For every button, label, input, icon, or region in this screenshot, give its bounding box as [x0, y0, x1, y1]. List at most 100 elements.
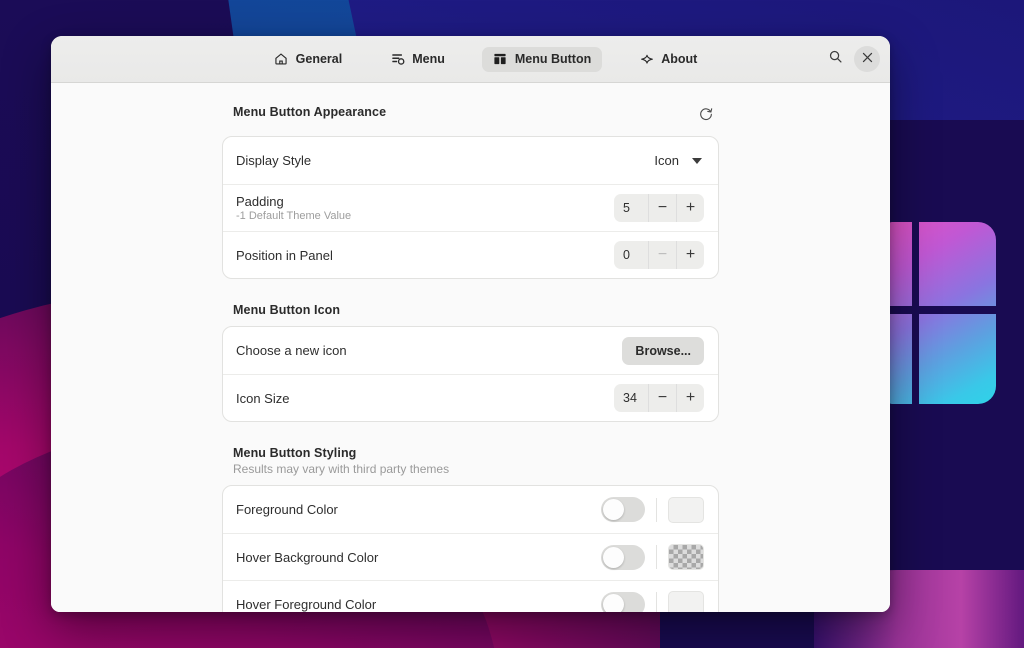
row-control: 34 − +: [614, 384, 704, 412]
row-labels: Hover Foreground Color: [236, 597, 376, 612]
search-button[interactable]: [822, 46, 848, 72]
control-separator: [656, 545, 657, 569]
row-foreground-color: Foreground Color: [223, 486, 718, 533]
row-subtitle: -1 Default Theme Value: [236, 210, 352, 222]
foreground-color-toggle[interactable]: [601, 497, 645, 522]
row-control: Browse...: [622, 336, 704, 365]
appearance-card: Display Style Icon Padding -1 Default Th…: [222, 136, 719, 279]
section-header: Menu Button Styling Results may vary wit…: [222, 446, 719, 485]
row-labels: Position in Panel: [236, 248, 333, 263]
reset-appearance-button[interactable]: [695, 105, 717, 127]
hover-background-color-swatch[interactable]: [668, 544, 704, 570]
row-icon-size: Icon Size 34 − +: [223, 374, 718, 421]
padding-increment-button[interactable]: +: [676, 194, 704, 222]
close-button[interactable]: [854, 46, 880, 72]
row-control: [601, 544, 704, 570]
foreground-color-swatch[interactable]: [668, 496, 704, 523]
tab-bar: General Menu Menu Button About: [233, 46, 709, 72]
toggle-knob: [603, 499, 624, 520]
section-title: Menu Button Styling: [233, 446, 357, 460]
tab-menu-label: Menu: [412, 52, 445, 66]
section-menu-button-icon: Menu Button Icon Choose a new icon Brows…: [222, 303, 719, 422]
row-control: [601, 591, 704, 612]
styling-card: Foreground Color Hover Background Color …: [222, 485, 719, 612]
tab-menu[interactable]: Menu: [379, 47, 456, 72]
row-position-in-panel: Position in Panel 0 − +: [223, 231, 718, 278]
search-icon: [828, 49, 843, 69]
browse-button[interactable]: Browse...: [622, 336, 704, 365]
tab-general-label: General: [295, 52, 343, 66]
control-separator: [656, 592, 657, 612]
section-subtitle: Results may vary with third party themes: [233, 462, 450, 476]
row-title: Icon Size: [236, 390, 290, 406]
row-labels: Padding -1 Default Theme Value: [236, 194, 351, 222]
row-choose-new-icon: Choose a new icon Browse...: [223, 327, 718, 374]
menu-list-icon: [390, 52, 405, 67]
section-titles: Menu Button Styling Results may vary wit…: [233, 446, 449, 476]
display-style-value: Icon: [654, 153, 679, 168]
control-separator: [656, 497, 657, 522]
tab-general[interactable]: General: [263, 47, 354, 72]
row-labels: Choose a new icon: [236, 343, 347, 358]
position-in-panel-decrement-button: −: [648, 241, 676, 269]
preferences-content[interactable]: Menu Button Appearance Display Style Ico…: [51, 83, 890, 612]
section-menu-button-appearance: Menu Button Appearance Display Style Ico…: [222, 105, 719, 279]
row-hover-background-color: Hover Background Color: [223, 533, 718, 580]
position-in-panel-value[interactable]: 0: [614, 241, 648, 269]
row-control: 5 − +: [614, 194, 704, 222]
icon-size-value[interactable]: 34: [614, 384, 648, 412]
icon-size-decrement-button[interactable]: −: [648, 384, 676, 412]
pane-divider-horizontal: [888, 306, 996, 314]
row-title: Position in Panel: [236, 247, 333, 263]
position-in-panel-spinner[interactable]: 0 − +: [614, 241, 704, 269]
toggle-knob: [603, 593, 624, 612]
section-titles: Menu Button Icon: [233, 303, 340, 317]
icon-card: Choose a new icon Browse... Icon Size 34: [222, 326, 719, 422]
section-header: Menu Button Appearance: [222, 105, 719, 136]
row-control: Icon: [654, 153, 704, 168]
row-title: Padding: [236, 194, 284, 209]
row-title: Hover Foreground Color: [236, 596, 377, 612]
section-titles: Menu Button Appearance: [233, 105, 386, 119]
section-title: Menu Button Icon: [233, 303, 341, 317]
reset-icon: [698, 106, 714, 127]
row-labels: Hover Background Color: [236, 550, 378, 565]
row-title: Choose a new icon: [236, 343, 347, 358]
preferences-window: General Menu Menu Button About Menu Butt…: [51, 36, 890, 612]
tab-menu-button-label: Menu Button: [514, 52, 592, 66]
padding-decrement-button[interactable]: −: [648, 194, 676, 222]
section-header: Menu Button Icon: [222, 303, 719, 326]
icon-size-increment-button[interactable]: +: [676, 384, 704, 412]
display-style-dropdown[interactable]: Icon: [654, 153, 704, 168]
tab-about-label: About: [661, 52, 698, 66]
padding-value[interactable]: 5: [614, 194, 648, 222]
row-padding: Padding -1 Default Theme Value 5 − +: [223, 184, 718, 231]
row-title: Display Style: [236, 153, 312, 168]
section-menu-button-styling: Menu Button Styling Results may vary wit…: [222, 446, 719, 612]
tab-about[interactable]: About: [628, 47, 708, 72]
scroll-area: Menu Button Appearance Display Style Ico…: [51, 105, 890, 612]
diamond-icon: [639, 52, 654, 67]
menu-button-icon: [493, 52, 508, 67]
position-in-panel-increment-button[interactable]: +: [676, 241, 704, 269]
hover-foreground-color-toggle[interactable]: [601, 591, 645, 612]
chevron-down-icon: [692, 157, 702, 164]
wallpaper-window-pane-graphic: [888, 222, 996, 404]
row-control: 0 − +: [614, 241, 704, 269]
row-display-style[interactable]: Display Style Icon: [223, 137, 718, 184]
row-control: [601, 496, 704, 523]
row-labels: Foreground Color: [236, 502, 338, 517]
toggle-knob: [603, 546, 624, 568]
headerbar-actions: [822, 36, 880, 82]
row-title: Hover Background Color: [236, 549, 379, 565]
close-icon: [862, 50, 873, 68]
hover-foreground-color-swatch[interactable]: [668, 591, 704, 612]
home-icon: [274, 52, 289, 67]
tab-menu-button[interactable]: Menu Button: [481, 46, 603, 72]
row-labels: Display Style: [236, 153, 311, 168]
hover-background-color-toggle[interactable]: [601, 544, 645, 570]
row-title: Foreground Color: [236, 502, 338, 517]
padding-spinner[interactable]: 5 − +: [614, 194, 704, 222]
icon-size-spinner[interactable]: 34 − +: [614, 384, 704, 412]
window-headerbar: General Menu Menu Button About: [51, 36, 890, 83]
